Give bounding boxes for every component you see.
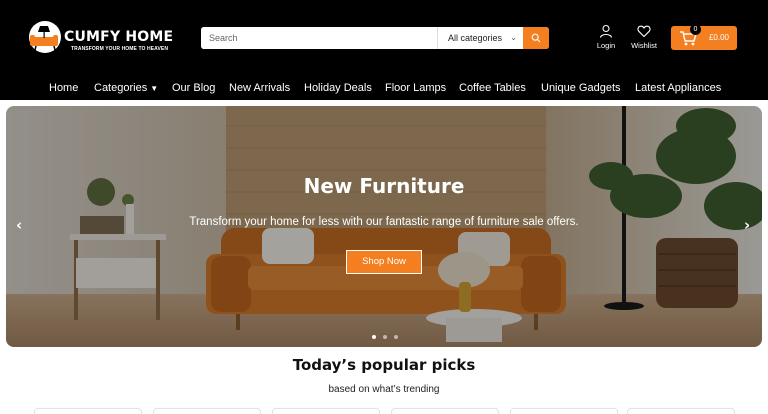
popular-picks-title: Today’s popular picks [292, 356, 476, 374]
sofa-lamp-logo-icon [29, 21, 61, 53]
slider-dot[interactable] [394, 335, 398, 339]
nav-item-categories[interactable]: Categories ▼ [94, 78, 158, 99]
product-card[interactable] [34, 408, 142, 414]
brand-logo[interactable]: CUMFY HOME TRANSFORM YOUR HOME TO HEAVEN [28, 20, 178, 56]
search-bar: All categories ⌄ [201, 27, 549, 49]
nav-item-coffee-tables[interactable]: Coffee Tables [459, 78, 526, 98]
chevron-down-icon: ▼ [150, 84, 159, 93]
nav-item-new-arrivals[interactable]: New Arrivals [229, 78, 290, 98]
brand-tagline: TRANSFORM YOUR HOME TO HEAVEN [71, 46, 169, 52]
hero-subtitle: Transform your home for less with our fa… [189, 216, 579, 228]
cart-button[interactable]: 0 £0.00 [671, 24, 737, 50]
product-card[interactable] [153, 408, 261, 414]
slider-prev-arrow-icon[interactable]: ‹ [16, 216, 22, 234]
brand-name: CUMFY HOME [64, 29, 174, 45]
nav-item-our-blog[interactable]: Our Blog [172, 78, 215, 98]
category-select[interactable]: All categories ⌄ [437, 27, 523, 49]
popular-picks-subtitle: based on what’s trending [328, 384, 440, 395]
category-select-value: All categories [448, 33, 503, 43]
nav-item-label: New Arrivals [229, 82, 291, 94]
search-input[interactable] [201, 27, 437, 49]
product-card[interactable] [391, 408, 499, 414]
nav-item-label: Categories [94, 82, 148, 94]
nav-item-label: Unique Gadgets [541, 82, 621, 94]
slider-dot[interactable] [383, 335, 387, 339]
nav-item-label: Floor Lamps [385, 82, 447, 94]
nav-item-label: Latest Appliances [635, 82, 722, 94]
login-label: Login [596, 41, 616, 50]
search-icon [531, 33, 541, 43]
product-card[interactable] [272, 408, 380, 414]
product-card[interactable] [510, 408, 618, 414]
search-button[interactable] [523, 27, 549, 49]
nav-item-floor-lamps[interactable]: Floor Lamps [385, 78, 446, 98]
wishlist-label: Wishlist [631, 41, 657, 50]
hero-slider: New Furniture Transform your home for le… [6, 106, 762, 347]
hero-title: New Furniture [303, 174, 465, 198]
slider-dots [372, 335, 398, 339]
wishlist-link[interactable]: Wishlist [624, 24, 664, 50]
login-link[interactable]: Login [586, 24, 626, 50]
slider-dot[interactable] [372, 335, 376, 339]
slider-next-arrow-icon[interactable]: › [744, 216, 750, 234]
nav-item-holiday-deals[interactable]: Holiday Deals [304, 78, 372, 98]
cart-count-badge: 0 [690, 24, 701, 35]
cart-total: £0.00 [708, 33, 729, 42]
user-icon [599, 24, 613, 38]
shop-now-button[interactable]: Shop Now [346, 250, 422, 274]
nav-item-label: Coffee Tables [459, 82, 526, 94]
nav-item-latest-appliances[interactable]: Latest Appliances [635, 78, 721, 98]
heart-icon [637, 25, 651, 38]
site-header: CUMFY HOME TRANSFORM YOUR HOME TO HEAVEN… [0, 0, 768, 100]
nav-item-unique-gadgets[interactable]: Unique Gadgets [541, 78, 621, 98]
nav-item-home[interactable]: Home [49, 78, 78, 98]
main-nav: Home Categories ▼ Our Blog New Arrivals H… [0, 78, 768, 98]
chevron-down-icon: ⌄ [510, 33, 517, 42]
nav-item-label: Our Blog [172, 82, 216, 94]
nav-item-label: Home [49, 82, 79, 94]
product-card[interactable] [627, 408, 735, 414]
nav-item-label: Holiday Deals [304, 82, 372, 94]
